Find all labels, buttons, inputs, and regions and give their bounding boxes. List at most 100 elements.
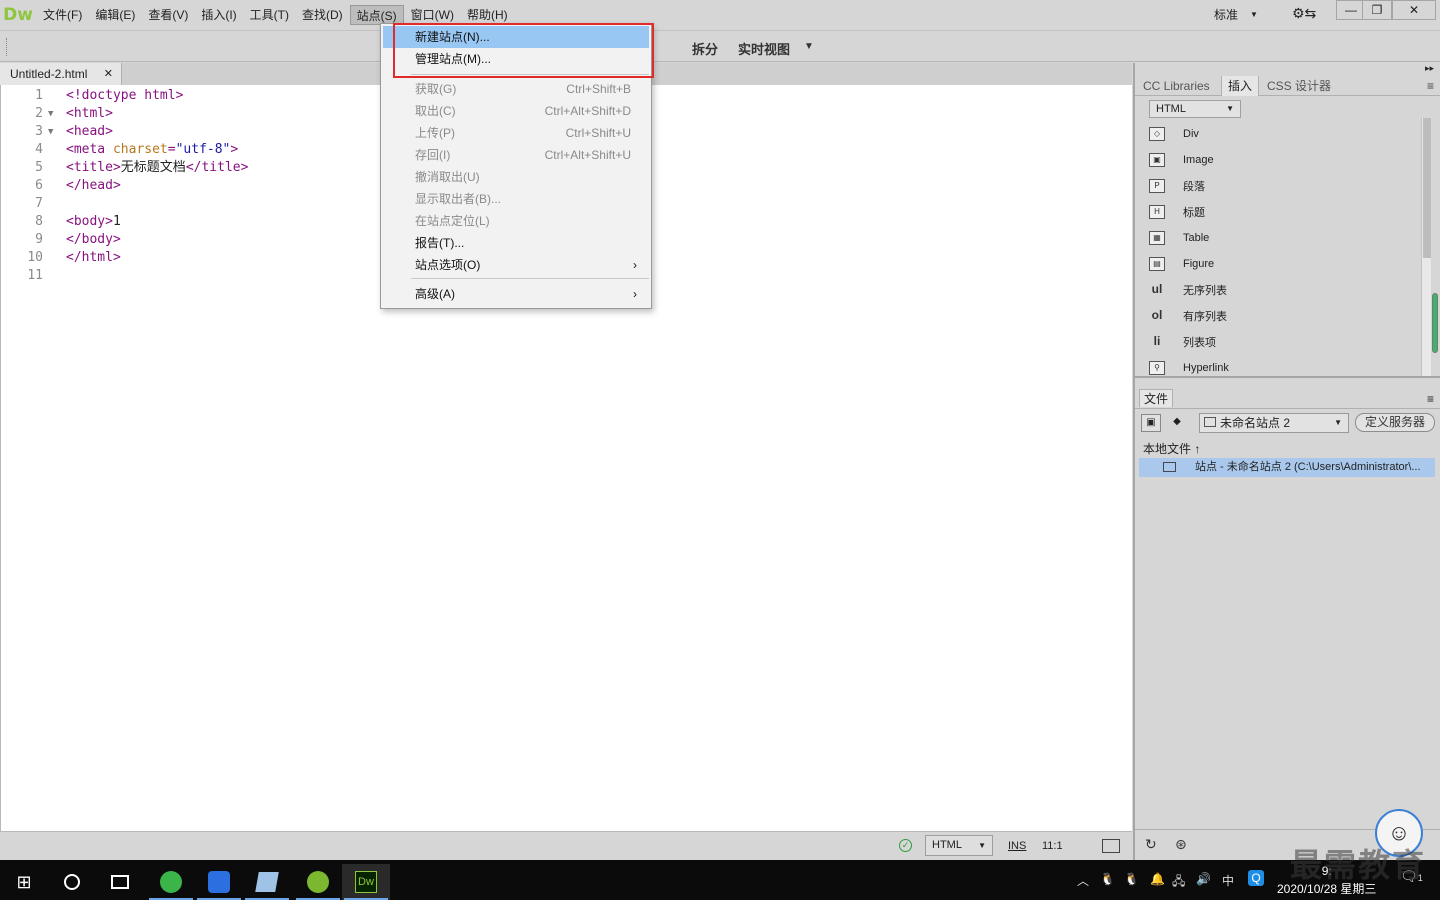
site-menu-item[interactable]: 高级(A) › [383,283,649,305]
insert-category-select[interactable]: HTML ▼ [1149,100,1241,118]
insert-item[interactable]: li 列表项 [1149,332,1216,352]
log-icon[interactable]: ⊛ [1175,836,1187,853]
tab-cc-libraries[interactable]: CC Libraries [1137,76,1216,96]
insert-item[interactable]: P 段落 [1149,176,1205,196]
site-menu-item[interactable]: 取出(C) Ctrl+Alt+Shift+D [383,100,649,122]
insert-item[interactable]: ul 无序列表 [1149,280,1227,300]
gear-icon[interactable]: ⚙⇆ [1292,5,1316,22]
site-menu-item[interactable]: 上传(P) Ctrl+Shift+U [383,122,649,144]
site-menu-item[interactable]: 获取(G) Ctrl+Shift+B [383,78,649,100]
menu-view[interactable]: 查看(V) [142,5,194,25]
dreamweaver-logo: Dw [3,5,33,25]
menu-window[interactable]: 窗口(W) [405,5,460,25]
menu-find[interactable]: 查找(D) [296,5,349,25]
refresh-icon[interactable]: ↻ [1145,836,1157,853]
connect-icon[interactable]: ▣ [1141,414,1161,432]
code-token: 1 [112,214,121,229]
tab-insert[interactable]: 插入 [1221,76,1260,96]
notepad-app-icon[interactable] [243,864,291,900]
code-token: <body> [66,214,113,229]
ime-indicator[interactable]: 中 [1222,872,1234,889]
close-icon[interactable]: ✕ [104,63,113,85]
define-server-button[interactable]: 定义服务器 [1355,413,1435,432]
qq-icon-2[interactable]: 🐧 [1124,872,1139,886]
chevron-down-icon: ▼ [1226,104,1234,113]
menu-edit[interactable]: 编辑(E) [89,5,141,25]
code-text: <body>1 [66,213,121,231]
document-tab[interactable]: Untitled-2.html ✕ [0,63,122,85]
insert-item[interactable]: ▤ Figure [1149,254,1214,274]
menu-tools[interactable]: 工具(T) [244,5,295,25]
menu-file[interactable]: 文件(F) [37,5,88,25]
task-view-icon[interactable] [96,864,144,900]
tab-css-designer[interactable]: CSS 设计器 [1261,76,1337,96]
insert-item[interactable]: ⚲ Hyperlink [1149,358,1229,378]
fold-toggle-icon[interactable]: ▼ [48,105,53,123]
site-menu-item[interactable]: 撤消取出(U) [383,166,649,188]
git-icon[interactable]: ◆ [1167,414,1187,432]
split-view-button[interactable]: 拆分 [692,39,718,58]
site-menu-item-label: 报告(T)... [415,236,465,250]
line-number: 6 [35,178,43,193]
insert-item[interactable]: ◇ Div [1149,124,1199,144]
ball-app-icon[interactable] [294,864,342,900]
insert-mode[interactable]: INS [1008,840,1026,852]
code-text: <!doctype html> [66,87,183,105]
panel-menu-icon[interactable]: ≡ [1427,392,1434,406]
network-icon[interactable]: 🖧 [1172,872,1185,893]
div-icon: ◇ [1149,127,1165,141]
qq-icon[interactable]: 🐧 [1100,872,1115,886]
site-menu-item[interactable]: 报告(T)... [383,232,649,254]
maximize-button[interactable]: ❐ [1362,0,1392,20]
tab-files[interactable]: 文件 [1139,389,1174,407]
fold-toggle-icon[interactable]: ▼ [48,123,53,141]
site-root-row[interactable]: 站点 - 未命名站点 2 (C:\Users\Administrator\... [1139,458,1435,477]
site-menu-item[interactable]: 存回(I) Ctrl+Alt+Shift+U [383,144,649,166]
site-select[interactable]: 未命名站点 2 ▼ [1199,413,1349,433]
line-number: 8 [35,214,43,229]
windows-start-icon[interactable]: ⊞ [0,864,48,900]
site-menu-item[interactable]: 显示取出者(B)... [383,188,649,210]
browser-app-icon[interactable] [147,864,195,900]
site-menu-item[interactable]: 在站点定位(L) [383,210,649,232]
wps-app-icon[interactable] [195,864,243,900]
live-view-button[interactable]: 实时视图 [738,39,790,58]
code-text: <meta charset="utf-8"> [66,141,238,159]
insert-category-value: HTML [1156,103,1186,115]
preview-icon[interactable] [1102,839,1120,853]
folder-icon [1163,462,1176,472]
code-text: </body> [66,231,121,249]
insert-panel-scrollbar[interactable] [1421,118,1431,376]
insert-item[interactable]: ▦ Table [1149,228,1209,248]
site-menu-item[interactable]: 站点选项(O) › [383,254,649,276]
menu-insert[interactable]: 插入(I) [195,5,242,25]
notification-bell-icon[interactable]: 🔔 [1150,872,1165,886]
tray-overflow-icon[interactable]: ︿ [1077,872,1089,889]
document-type-select[interactable]: HTML ▼ [925,835,993,856]
toolbar-grip [6,38,8,56]
list-item-icon: li [1153,334,1161,348]
menu-help[interactable]: 帮助(H) [461,5,514,25]
dreamweaver-app-icon[interactable]: Dw [342,864,390,900]
panel-menu-icon[interactable]: ≡ [1427,79,1434,93]
search-icon[interactable] [48,864,96,900]
q-app-icon[interactable]: Q [1248,870,1264,886]
side-indicator [1432,293,1438,353]
image-icon: ▣ [1149,153,1165,167]
workspace-switcher[interactable]: 标准 ▼ [1214,4,1258,24]
live-view-dropdown-icon[interactable]: ▼ [804,41,814,52]
insert-item-label: 段落 [1183,181,1205,193]
insert-item[interactable]: H 标题 [1149,202,1205,222]
volume-icon[interactable]: 🔊 [1196,872,1211,886]
close-button[interactable]: ✕ [1392,0,1436,20]
menu-separator [411,278,649,279]
menu-site[interactable]: 站点(S) [349,5,404,25]
collapse-icon[interactable]: ▸▸ [1425,63,1434,74]
insert-item[interactable]: ol 有序列表 [1149,306,1227,326]
insert-item-label: 有序列表 [1183,311,1227,323]
code-token: <html> [66,106,113,121]
local-files-header[interactable]: 本地文件 ↑ [1143,440,1200,457]
insert-item-label: Div [1183,128,1199,140]
insert-item[interactable]: ▣ Image [1149,150,1214,170]
scrollbar-thumb[interactable] [1423,118,1431,258]
